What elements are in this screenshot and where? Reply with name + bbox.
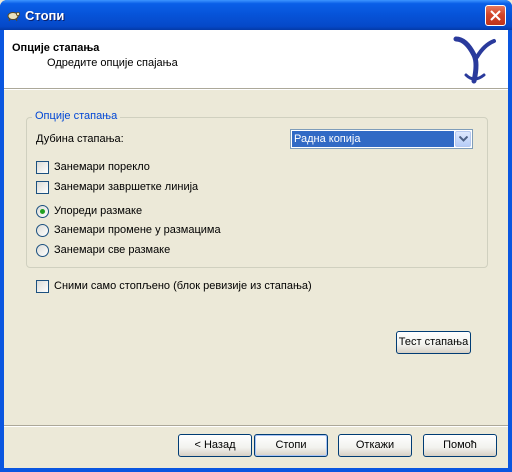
ignore-eol-label[interactable]: Занемари завршетке линија bbox=[54, 181, 198, 193]
wizard-header: Опције стапања Одредите опције спајања bbox=[4, 30, 508, 88]
tortoise-icon bbox=[6, 8, 20, 22]
dropdown-button[interactable] bbox=[455, 131, 471, 147]
ignore-ancestry-checkbox[interactable] bbox=[36, 161, 49, 174]
merge-depth-label: Дубина стапања: bbox=[36, 133, 124, 145]
merge-dialog-window: Стопи Опције стапања Одредите опције спа… bbox=[0, 0, 512, 472]
header-divider bbox=[4, 88, 508, 90]
dialog-body: Опције стапања Одредите опције спајања О… bbox=[4, 30, 508, 468]
test-merge-button[interactable]: Тест стапања bbox=[396, 331, 471, 354]
ignore-whitespace-changes-radio[interactable] bbox=[36, 224, 49, 237]
window-title: Стопи bbox=[25, 8, 65, 23]
close-button[interactable] bbox=[485, 5, 506, 26]
merge-depth-value: Радна копија bbox=[292, 131, 454, 147]
ignore-whitespace-changes-label[interactable]: Занемари промене у размацима bbox=[54, 224, 221, 236]
merge-logo-icon bbox=[452, 35, 498, 85]
close-icon bbox=[490, 10, 501, 21]
ignore-all-whitespace-radio[interactable] bbox=[36, 244, 49, 257]
compare-whitespace-label[interactable]: Упореди размаке bbox=[54, 205, 142, 217]
record-only-label[interactable]: Сними само стопљено (блок ревизије из ст… bbox=[54, 280, 312, 292]
record-only-checkbox[interactable] bbox=[36, 280, 49, 293]
ignore-all-whitespace-label[interactable]: Занемари све размаке bbox=[54, 244, 170, 256]
merge-depth-select[interactable]: Радна копија bbox=[290, 129, 473, 149]
merge-options-group-title: Опције стапања bbox=[32, 110, 121, 122]
footer-divider bbox=[4, 425, 508, 427]
title-bar[interactable]: Стопи bbox=[0, 0, 512, 30]
merge-button[interactable]: Стопи bbox=[254, 434, 328, 457]
chevron-down-icon bbox=[459, 136, 468, 142]
ignore-eol-checkbox[interactable] bbox=[36, 181, 49, 194]
back-button[interactable]: < Назад bbox=[178, 434, 252, 457]
help-button[interactable]: Помоћ bbox=[423, 434, 497, 457]
compare-whitespace-radio[interactable] bbox=[36, 205, 49, 218]
page-title: Опције стапања bbox=[12, 42, 100, 54]
cancel-button[interactable]: Откажи bbox=[338, 434, 412, 457]
page-subtitle: Одредите опције спајања bbox=[47, 57, 178, 69]
ignore-ancestry-label[interactable]: Занемари порекло bbox=[54, 161, 150, 173]
